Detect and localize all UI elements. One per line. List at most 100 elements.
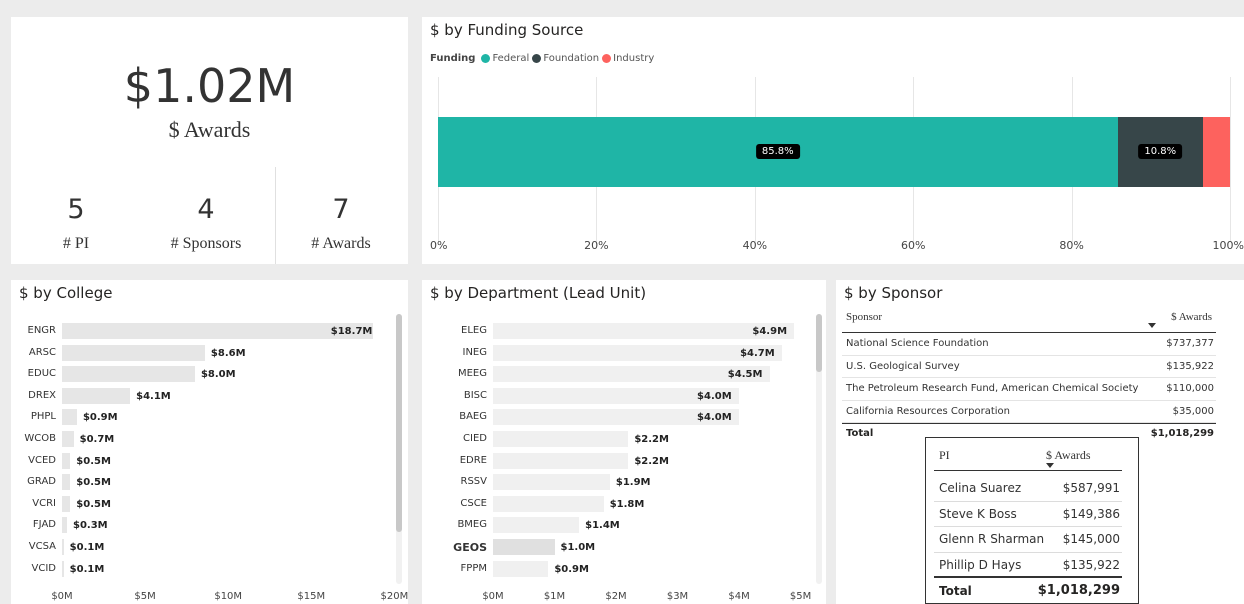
sponsor-total-value: $1,018,299 [1150, 428, 1214, 439]
sponsor-value: $135,922 [1166, 360, 1214, 372]
sort-descending-icon[interactable] [1148, 323, 1156, 328]
x-tick: $0M [51, 591, 73, 602]
x-tick: $4M [728, 591, 750, 602]
data-label: $0.7M [79, 434, 115, 445]
sponsor-name: The Petroleum Research Fund, American Ch… [846, 383, 1139, 394]
data-label: $0.3M [72, 520, 108, 532]
category-label: WCOB [24, 433, 56, 444]
pi-col-header[interactable]: PI [939, 448, 950, 463]
sponsor-table: Sponsor $ Awards National Science Founda… [842, 308, 1216, 446]
pi-awards-col-header[interactable]: $ Awards [1046, 448, 1091, 463]
bar[interactable] [62, 344, 205, 361]
data-label: $1.4M [585, 520, 620, 532]
funding-bar-industry[interactable] [1203, 117, 1230, 187]
bar[interactable] [62, 560, 64, 577]
bar[interactable] [62, 387, 131, 404]
sponsor-name: California Resources Corporation [846, 405, 1010, 417]
bar[interactable] [62, 474, 71, 491]
funding-x-tick: 80% [1059, 239, 1084, 252]
category-label: DREX [28, 389, 56, 401]
x-tick: $10M [214, 591, 243, 602]
pi-row[interactable]: Celina Suarez $587,991 [934, 476, 1122, 502]
legend-label-foundation: Foundation [543, 53, 600, 64]
college-scrollbar[interactable] [396, 314, 402, 532]
data-label: $0.5M [76, 455, 111, 467]
funding-x-tick: 60% [900, 239, 926, 252]
bar[interactable] [62, 366, 195, 383]
legend-item-industry[interactable]: Industry [602, 53, 654, 64]
sponsor-value: $35,000 [1172, 405, 1214, 417]
data-label: $1.8M [609, 498, 645, 510]
pi-value: $149,386 [1062, 506, 1120, 521]
bar[interactable] [493, 323, 795, 339]
bar[interactable] [62, 409, 77, 426]
bar[interactable] [62, 495, 71, 512]
sponsor-name: U.S. Geological Survey [846, 360, 960, 372]
bar[interactable] [493, 560, 549, 577]
bar[interactable] [62, 452, 71, 469]
sponsor-awards-col-header[interactable]: $ Awards [1171, 311, 1212, 323]
x-tick: $3M [666, 591, 689, 602]
bar[interactable] [62, 517, 67, 534]
category-label: CIED [463, 433, 487, 444]
pi-name: Steve K Boss [939, 506, 1017, 521]
sponsor-col-header[interactable]: Sponsor [846, 311, 882, 323]
sponsor-title: $ by Sponsor [844, 284, 943, 302]
data-label: $2.2M [634, 455, 669, 467]
data-label: $0.9M [554, 563, 589, 575]
data-label: $4.0M [697, 390, 732, 402]
bar[interactable] [493, 452, 629, 469]
x-tick: $20M [380, 591, 408, 602]
sponsor-row[interactable]: U.S. Geological Survey $135,922 [842, 356, 1216, 378]
legend-item-foundation[interactable]: Foundation [532, 53, 599, 64]
sponsor-row[interactable]: National Science Foundation $737,377 [842, 333, 1216, 356]
x-tick: $0M [482, 591, 504, 602]
bar[interactable] [493, 539, 555, 555]
category-label: VCID [31, 562, 56, 574]
department-title: $ by Department (Lead Unit) [430, 284, 647, 302]
data-label: $0.5M [76, 498, 111, 510]
legend-title: Funding [430, 53, 476, 64]
pi-row[interactable]: Glenn R Sharman $145,000 [934, 527, 1122, 553]
sponsor-rows: National Science Foundation $737,377 U.S. … [842, 333, 1216, 423]
category-label: GEOS [453, 541, 487, 554]
category-label: BMEG [457, 519, 487, 531]
sponsor-value: $110,000 [1166, 383, 1214, 394]
data-label: $4.9M [752, 326, 788, 337]
bar[interactable] [493, 431, 629, 447]
bar[interactable] [493, 517, 580, 534]
bar[interactable] [493, 474, 610, 491]
data-label: $4.5M [727, 369, 763, 381]
sponsor-total-label: Total [846, 428, 874, 439]
pi-name: Phillip D Hays [939, 557, 1022, 572]
bar[interactable] [62, 323, 373, 339]
category-label: PHPL [30, 411, 56, 423]
data-label: $18.7M [330, 326, 373, 337]
department-scrollbar[interactable] [816, 314, 822, 372]
bar[interactable] [62, 431, 74, 447]
category-label: BISC [463, 389, 487, 401]
pi-sort-descending-icon[interactable] [1046, 463, 1054, 468]
category-label: ELEG [461, 325, 487, 336]
bar[interactable] [493, 344, 783, 361]
legend-label-industry: Industry [613, 53, 655, 64]
pi-row[interactable]: Steve K Boss $149,386 [934, 502, 1122, 527]
bar[interactable] [493, 495, 604, 512]
data-label: $8.0M [200, 369, 236, 381]
pi-row[interactable]: Phillip D Hays $135,922 [934, 553, 1122, 578]
category-label: ARSC [28, 346, 56, 358]
sponsor-name: National Science Foundation [846, 338, 989, 349]
data-label: $0.9M [82, 412, 118, 424]
bar[interactable] [62, 539, 64, 555]
data-label: $2.2M [634, 434, 669, 445]
data-label: $0.5M [76, 477, 111, 489]
category-label: VCSA [28, 541, 56, 552]
sponsor-row[interactable]: California Resources Corporation $35,000 [842, 401, 1216, 423]
sponsor-row[interactable]: The Petroleum Research Fund, American Ch… [842, 378, 1216, 401]
college-title: $ by College [19, 284, 113, 302]
category-label: BAEG [459, 411, 487, 423]
data-label: $0.1M [69, 563, 105, 575]
sponsor-value: $737,377 [1166, 338, 1214, 349]
legend-item-federal[interactable]: Federal [481, 53, 529, 64]
funding-x-tick: 40% [742, 239, 768, 252]
